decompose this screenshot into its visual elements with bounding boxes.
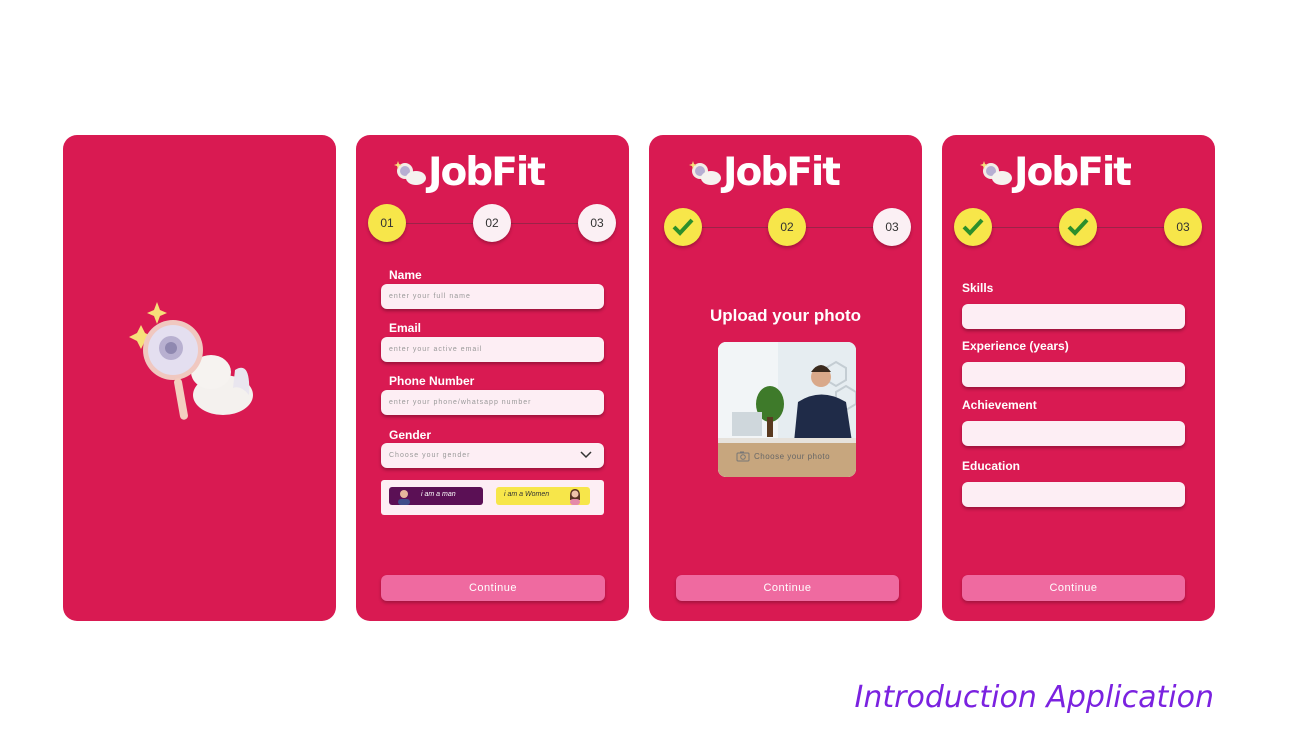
education-input[interactable] <box>962 482 1185 507</box>
mascot-logo-icon <box>689 160 721 185</box>
gender-option-woman-label: i am a Women <box>504 491 550 498</box>
gender-select-placeholder: Choose your gender <box>389 452 471 459</box>
logo-text: JobFit <box>723 150 841 195</box>
step-3: 03 <box>578 204 616 242</box>
upload-title: Upload your photo <box>709 306 862 325</box>
name-label: Name <box>389 268 422 282</box>
continue-button[interactable]: Continue <box>381 575 605 601</box>
skills-label: Skills <box>962 281 994 295</box>
form-screen: JobFit 01 02 03 Name enter your full nam… <box>356 135 629 621</box>
phone-label: Phone Number <box>389 374 475 388</box>
photo-upload-box[interactable]: Choose your photo <box>718 342 856 477</box>
mascot-logo-icon <box>980 160 1012 185</box>
gender-label: Gender <box>389 428 432 442</box>
splash-screen <box>63 135 336 621</box>
progress-stepper: 03 <box>954 208 1202 248</box>
step-2: 02 <box>768 208 806 246</box>
check-icon <box>962 218 984 236</box>
step-1-complete <box>664 208 702 246</box>
logo-text: JobFit <box>1014 150 1132 195</box>
continue-button[interactable]: Continue <box>962 575 1185 601</box>
experience-input[interactable] <box>962 362 1185 387</box>
jobfit-logo: JobFit <box>394 150 546 195</box>
continue-button[interactable]: Continue <box>676 575 899 601</box>
man-avatar-icon <box>398 490 410 505</box>
woman-avatar-icon <box>570 489 580 505</box>
mascot-icon <box>129 302 253 420</box>
gender-option-man[interactable]: i am a man <box>389 487 483 505</box>
step-3: 03 <box>873 208 911 246</box>
profile-screen: JobFit 03 Skills Experience (years) Achi… <box>942 135 1215 621</box>
check-icon <box>672 218 694 236</box>
logo-text: JobFit <box>428 150 546 195</box>
experience-label: Experience (years) <box>962 339 1069 353</box>
name-input[interactable]: enter your full name <box>381 284 604 309</box>
jobfit-logo: JobFit <box>980 150 1132 195</box>
skills-input[interactable] <box>962 304 1185 329</box>
step-2-complete <box>1059 208 1097 246</box>
jobfit-logo: JobFit <box>689 150 841 195</box>
achievement-input[interactable] <box>962 421 1185 446</box>
progress-stepper: 01 02 03 <box>368 204 616 244</box>
step-1-complete <box>954 208 992 246</box>
email-input[interactable]: enter your active email <box>381 337 604 362</box>
footer-title: Introduction Application <box>854 680 1215 715</box>
gender-option-man-label: i am a man <box>421 491 456 498</box>
education-label: Education <box>962 459 1021 473</box>
gender-options: i am a man i am a Women <box>381 480 604 515</box>
check-icon <box>1067 218 1089 236</box>
step-2: 02 <box>473 204 511 242</box>
email-label: Email <box>389 321 422 335</box>
camera-icon <box>736 451 750 462</box>
gender-option-woman[interactable]: i am a Women <box>496 487 590 505</box>
choose-photo-overlay[interactable]: Choose your photo <box>736 451 830 462</box>
step-1: 01 <box>368 204 406 242</box>
achievement-label: Achievement <box>962 398 1037 412</box>
phone-input[interactable]: enter your phone/whatsapp number <box>381 390 604 415</box>
gender-select[interactable]: Choose your gender <box>381 443 604 468</box>
photo-screen: JobFit 02 03 Upload your photo Choose yo… <box>649 135 922 621</box>
step-3: 03 <box>1164 208 1202 246</box>
mascot-logo-icon <box>394 160 426 185</box>
progress-stepper: 02 03 <box>661 208 911 248</box>
choose-photo-label: Choose your photo <box>754 452 831 461</box>
chevron-down-icon <box>580 451 592 459</box>
